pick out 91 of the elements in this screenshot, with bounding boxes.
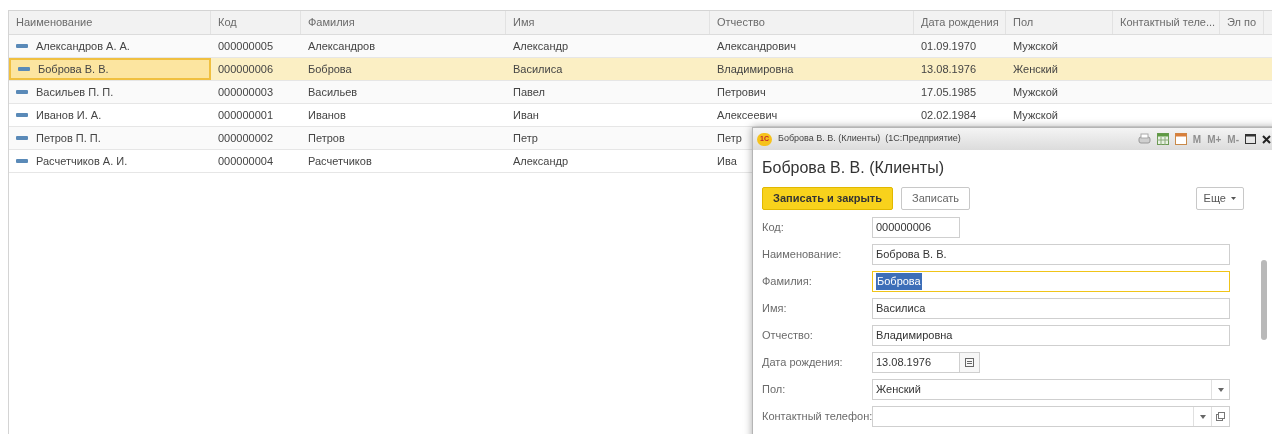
column-header[interactable]: Код [211, 11, 301, 34]
item-icon [16, 44, 28, 48]
table-cell-text: Иванов [308, 107, 346, 123]
field-label: Имя: [762, 301, 788, 317]
table-cell-text: Ива [717, 153, 737, 169]
table-cell-text: Петров [308, 130, 345, 146]
table-cell-text: Владимировна [717, 61, 794, 77]
column-header[interactable]: Пол [1006, 11, 1113, 34]
table-cell-text: 000000002 [218, 130, 274, 146]
column-header[interactable]: Имя [506, 11, 710, 34]
table-cell-text: Петрович [717, 84, 766, 100]
caret-icon [1231, 197, 1236, 200]
table-cell-text: 01.09.1970 [921, 38, 977, 54]
table-cell-text: Мужской [1013, 38, 1058, 54]
table-cell-text: 13.08.1976 [921, 61, 977, 77]
table-cell-text: 000000005 [218, 38, 274, 54]
maximize-icon[interactable] [1245, 134, 1256, 144]
field-value: Женский [876, 383, 921, 396]
table-cell-text: Васильев П. П. [36, 84, 114, 100]
item-icon [16, 136, 28, 140]
calendar-icon[interactable] [1174, 133, 1187, 145]
input-field[interactable]: Владимировна [872, 325, 1230, 346]
field-label: Пол: [762, 382, 787, 398]
input-field[interactable]: Василиса [872, 298, 1230, 319]
field-label: Контактный телефон: [762, 409, 872, 425]
table-cell-text: Расчетчиков [308, 153, 372, 169]
table-cell-text: Боброва В. В. [38, 61, 109, 77]
table-cell-text: Петр [717, 130, 742, 146]
calendar-button[interactable] [960, 352, 980, 373]
more-button[interactable]: Еще [1195, 187, 1244, 210]
table-cell-text: Мужской [1013, 107, 1058, 123]
field-value: Боброва В. В. [876, 247, 947, 263]
table-cell-text: Женский [1013, 61, 1058, 77]
printer-icon[interactable] [1137, 133, 1151, 145]
table-cell-text: Петр [513, 130, 538, 146]
table-cell-text: 000000003 [218, 84, 274, 100]
calendar-icon [965, 358, 974, 367]
field-value: Владимировна [876, 328, 953, 344]
column-header[interactable]: Эл по [1220, 11, 1264, 34]
close-icon[interactable] [1262, 134, 1271, 144]
column-header[interactable]: Дата рождения [914, 11, 1006, 34]
item-icon [16, 90, 28, 94]
table-cell-text: Александров А. А. [36, 38, 130, 54]
table-cell-text: Васильев [308, 84, 358, 100]
table-cell-text: Александр [513, 153, 569, 169]
table-cell-text: Боброва [308, 61, 352, 77]
column-header[interactable]: Контактный теле... [1113, 11, 1220, 34]
table-cell-text: Василиса [513, 61, 563, 77]
field-value: 13.08.1976 [876, 355, 932, 371]
table-cell-text: Расчетчиков А. И. [36, 153, 128, 169]
table-row[interactable]: Боброва В. В. 000000006 Боброва Василиса Владимировна 13.08.1976 Женский [9, 58, 1272, 81]
column-header[interactable]: Наименование [9, 11, 211, 34]
table-cell-text: 000000004 [218, 153, 274, 169]
table-cell-text: Александр [513, 38, 569, 54]
column-header[interactable]: Фамилия [301, 11, 506, 34]
field-label: Фамилия: [762, 274, 813, 290]
table-cell-text: Иван [513, 107, 539, 123]
field-value: 000000006 [876, 220, 932, 236]
table-cell-text: Мужской [1013, 84, 1058, 100]
field-value: Боброва [876, 273, 922, 290]
toolbar-button[interactable]: Записать [901, 187, 971, 210]
field-label: Дата рождения: [762, 355, 844, 371]
table-cell-text: Александров [308, 38, 375, 54]
table-icon[interactable] [1156, 133, 1169, 145]
input-field[interactable]: Боброва [872, 271, 1230, 292]
item-icon [16, 113, 28, 117]
table-row[interactable]: Васильев П. П. 000000003 Васильев Павел Петрович 17.05.1985 Мужской [9, 81, 1272, 104]
table-cell-text: 02.02.1984 [921, 107, 977, 123]
table-cell-text: Александрович [717, 38, 796, 54]
table-cell-text: Иванов И. А. [36, 107, 102, 123]
input-field[interactable]: 000000006 [872, 217, 960, 238]
table-cell-text: Алексеевич [717, 107, 778, 123]
field-label: Наименование: [762, 247, 843, 263]
field-value: Василиса [876, 301, 926, 317]
toolbar-button[interactable]: Записать и закрыть [762, 187, 894, 210]
field-label: Код: [762, 220, 785, 236]
table-cell-text: 17.05.1985 [921, 84, 977, 100]
dropdown-field[interactable]: Женский [872, 379, 1230, 400]
table-row[interactable]: Александров А. А. 000000005 Александров Александр Александрович 01.09.1970 Мужской [9, 35, 1272, 58]
item-icon [16, 159, 28, 163]
field-label: Отчество: [762, 328, 814, 344]
date-field[interactable]: 13.08.1976 [872, 352, 960, 373]
table-cell-text: 000000006 [218, 61, 274, 77]
table-cell-text: Петров П. П. [36, 130, 101, 146]
dropdown-field[interactable] [872, 406, 1230, 427]
table-cell-text: Павел [513, 84, 545, 100]
column-header[interactable]: Отчество [710, 11, 914, 34]
window-title: Боброва В. В. (Клиенты) (1С:Предприятие) [778, 132, 961, 146]
item-icon [18, 67, 30, 71]
table-cell-text: 000000001 [218, 107, 274, 123]
input-field[interactable]: Боброва В. В. [872, 244, 1230, 265]
